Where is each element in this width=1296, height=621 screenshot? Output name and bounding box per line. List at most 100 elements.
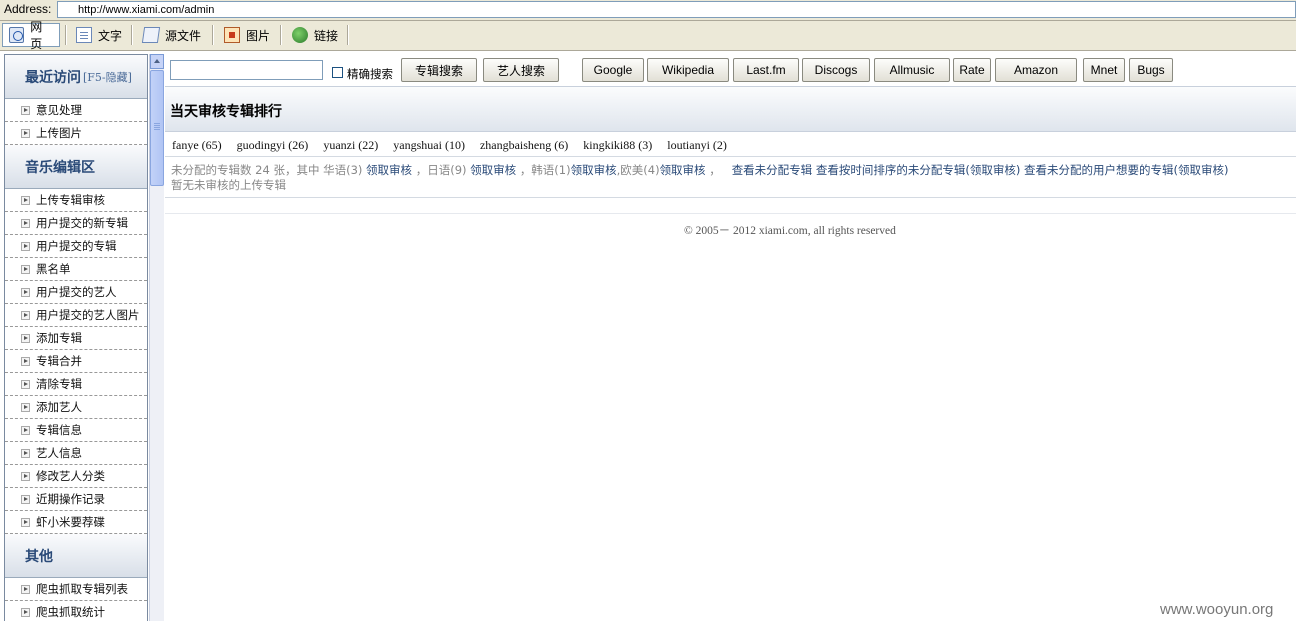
korean-count-text: ，韩语(1) xyxy=(519,163,571,177)
sidebar-item-user-new-albums[interactable]: 用户提交的新专辑 xyxy=(5,212,147,235)
sidebar-item-upload-image[interactable]: 上传图片 xyxy=(5,122,147,145)
exact-search-checkbox[interactable] xyxy=(332,67,343,78)
divider xyxy=(165,156,1296,157)
discogs-button[interactable]: Discogs xyxy=(802,58,870,82)
sidebar-item-label: 上传专辑审核 xyxy=(36,193,105,207)
arrow-right-icon xyxy=(21,333,30,343)
artist-search-button[interactable]: 艺人搜索 xyxy=(483,58,559,82)
sidebar-item-user-artist-images[interactable]: 用户提交的艺人图片 xyxy=(5,304,147,327)
ranking-item: yangshuai (10) xyxy=(393,138,465,152)
watermark: www.wooyun.org xyxy=(1160,601,1274,618)
claim-review-link-chinese[interactable]: 领取审核 xyxy=(366,163,412,177)
ranking-item: zhangbaisheng (6) xyxy=(479,138,569,152)
view-unassigned-link[interactable]: 查看未分配专辑 xyxy=(732,163,813,177)
scroll-up-arrow-icon[interactable] xyxy=(150,54,164,69)
bugs-button[interactable]: Bugs xyxy=(1129,58,1173,82)
scroll-thumb[interactable] xyxy=(150,70,164,186)
scroll-grip xyxy=(154,123,160,124)
sidebar-item-label: 爬虫抓取统计 xyxy=(36,605,105,619)
amazon-button[interactable]: Amazon xyxy=(995,58,1077,82)
ranking-item: fanye (65) xyxy=(172,138,222,152)
separator-text: ， xyxy=(709,163,721,177)
no-uploads-text: 暂无未审核的上传专辑 xyxy=(171,178,286,192)
mnet-button[interactable]: Mnet xyxy=(1083,58,1125,82)
toolbar-image-button[interactable]: 图片 xyxy=(218,23,276,47)
album-search-button[interactable]: 专辑搜索 xyxy=(401,58,477,82)
sidebar-section-recent: 最近访问 [F5-隐藏] xyxy=(5,55,147,99)
google-button[interactable]: Google xyxy=(582,58,644,82)
address-url[interactable]: http://www.xiami.com/admin xyxy=(78,4,214,16)
arrow-right-icon xyxy=(21,494,30,504)
view-user-wanted-claim-link[interactable]: 领取审核 xyxy=(1178,163,1224,177)
sidebar-item-recent-log[interactable]: 近期操作记录 xyxy=(5,488,147,511)
arrow-right-icon xyxy=(21,448,30,458)
sidebar-item-crawler-albums[interactable]: 爬虫抓取专辑列表 xyxy=(5,578,147,601)
toolbar-text-button[interactable]: 文字 xyxy=(70,23,128,47)
toolbar-separator xyxy=(347,25,349,45)
view-user-wanted-link[interactable]: 查看未分配的用户想要的专辑( xyxy=(1024,163,1178,177)
toolbar-web-page-button[interactable]: 网页 xyxy=(2,20,60,51)
sidebar-item-label: 黑名单 xyxy=(36,262,71,276)
search-input[interactable] xyxy=(170,60,323,80)
sidebar-item-user-artists[interactable]: 用户提交的艺人 xyxy=(5,281,147,304)
sidebar-item-artist-info[interactable]: 艺人信息 xyxy=(5,442,147,465)
sidebar-item-album-info[interactable]: 专辑信息 xyxy=(5,419,147,442)
claim-review-link-japanese[interactable]: 领取审核 xyxy=(470,163,516,177)
arrow-right-icon xyxy=(21,287,30,297)
toolbar-separator xyxy=(65,25,67,45)
ranking-item: loutianyi (2) xyxy=(667,138,727,152)
wikipedia-button[interactable]: Wikipedia xyxy=(647,58,729,82)
text-document-icon xyxy=(76,27,92,43)
sidebar-item-feedback[interactable]: 意见处理 xyxy=(5,99,147,122)
lastfm-button[interactable]: Last.fm xyxy=(733,58,799,82)
hide-hint[interactable]: [F5-隐藏] xyxy=(83,69,132,85)
view-by-time-close: ) xyxy=(1015,163,1021,177)
rate-button[interactable]: Rate xyxy=(953,58,991,82)
section-title: 其他 xyxy=(25,548,53,565)
search-bar: 精确搜索 专辑搜索 艺人搜索 Google Wikipedia Last.fm … xyxy=(165,54,1296,86)
copyright-footer: © 2005－ 2012 xiami.com, all rights reser… xyxy=(684,225,896,237)
sidebar-item-label: 添加专辑 xyxy=(36,331,82,345)
toolbar-link-button[interactable]: 链接 xyxy=(286,23,346,47)
unassigned-albums-summary: 未分配的专辑数 24 张，其中 华语(3) 领取审核 ，日语(9) 领取审核 ，… xyxy=(171,162,1229,178)
sidebar-item-upload-review[interactable]: 上传专辑审核 xyxy=(5,189,147,212)
claim-review-link-western[interactable]: 领取审核 xyxy=(660,163,706,177)
sidebar-item-label: 用户提交的新专辑 xyxy=(36,216,128,230)
sidebar-item-merge-albums[interactable]: 专辑合并 xyxy=(5,350,147,373)
toolbar-separator xyxy=(212,25,214,45)
toolbar-source-button[interactable]: 源文件 xyxy=(137,23,209,47)
source-file-icon xyxy=(141,27,161,43)
address-label: Address: xyxy=(4,2,52,16)
reviewer-ranking-list: fanye (65) guodingyi (26) yuanzi (22) ya… xyxy=(172,138,739,153)
unassigned-count-text: 未分配的专辑数 24 张，其中 华语(3) xyxy=(171,163,363,177)
sidebar-item-add-album[interactable]: 添加专辑 xyxy=(5,327,147,350)
sidebar-item-user-albums[interactable]: 用户提交的专辑 xyxy=(5,235,147,258)
arrow-right-icon xyxy=(21,402,30,412)
toolbar-separator xyxy=(280,25,282,45)
toolbar-separator xyxy=(131,25,133,45)
view-by-time-link[interactable]: 查看按时间排序的未分配专辑( xyxy=(816,163,970,177)
sidebar-item-label: 专辑信息 xyxy=(36,423,82,437)
ranking-item: yuanzi (22) xyxy=(323,138,379,152)
address-input[interactable]: http://www.xiami.com/admin xyxy=(57,1,1296,18)
sidebar-item-recommend-disc[interactable]: 虾小米要荐碟 xyxy=(5,511,147,534)
sidebar-section-music: 音乐编辑区 xyxy=(5,145,147,189)
arrow-right-icon xyxy=(21,264,30,274)
arrow-right-icon xyxy=(21,425,30,435)
sidebar-item-label: 修改艺人分类 xyxy=(36,469,105,483)
vertical-scrollbar[interactable] xyxy=(149,54,164,621)
sidebar-item-blacklist[interactable]: 黑名单 xyxy=(5,258,147,281)
sidebar-item-crawler-stats[interactable]: 爬虫抓取统计 xyxy=(5,601,147,621)
arrow-right-icon xyxy=(21,128,30,138)
arrow-right-icon xyxy=(21,379,30,389)
western-count-text: ,欧美(4) xyxy=(616,163,660,177)
view-by-time-claim-link[interactable]: 领取审核 xyxy=(970,163,1016,177)
sidebar-item-add-artist[interactable]: 添加艺人 xyxy=(5,396,147,419)
divider xyxy=(165,197,1296,198)
sidebar-item-label: 用户提交的艺人 xyxy=(36,285,117,299)
claim-review-link-korean[interactable]: 领取审核 xyxy=(571,163,617,177)
sidebar-item-edit-artist-category[interactable]: 修改艺人分类 xyxy=(5,465,147,488)
allmusic-button[interactable]: Allmusic xyxy=(874,58,950,82)
sidebar-item-clear-album[interactable]: 清除专辑 xyxy=(5,373,147,396)
sidebar-item-label: 专辑合并 xyxy=(36,354,82,368)
